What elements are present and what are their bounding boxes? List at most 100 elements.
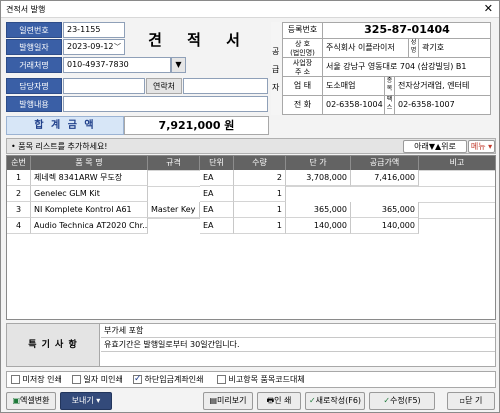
date-picker[interactable]: 2023-09-12 ﹀ xyxy=(63,39,125,55)
cell-name[interactable]: Audio Technica AT2020 Chr... xyxy=(31,218,148,234)
cell-name[interactable]: NI Komplete Kontrol A61 xyxy=(31,202,148,218)
company-value: 주식회사 이플라이저 xyxy=(323,39,409,58)
cell-unit[interactable]: EA xyxy=(200,202,234,218)
option-no-date-print[interactable]: 일자 미인쇄 xyxy=(72,374,123,386)
option-label: 비고항목 품목코드대체 xyxy=(228,375,305,384)
option-unsaved-print[interactable]: 미저장 인쇄 xyxy=(11,374,62,386)
cell-price[interactable]: 3,708,000 xyxy=(286,170,351,186)
cell-amount[interactable]: 7,416,000 xyxy=(351,170,419,186)
col-header-spec[interactable]: 규격 xyxy=(148,156,200,170)
client-field[interactable]: 010-4937-7830 xyxy=(63,57,171,73)
reorder-buttons[interactable]: 아래▼▲위로 xyxy=(403,140,467,153)
preview-button-label: 미리보기 xyxy=(217,396,247,405)
send-button[interactable]: 보내기 ▾ xyxy=(60,392,112,410)
cell-amount[interactable]: 140,000 xyxy=(351,218,419,234)
receipt-no-field[interactable]: 23-1155 xyxy=(63,22,125,38)
close-button[interactable]: ▫닫 기 xyxy=(447,392,495,410)
client-dropdown-icon[interactable]: ▼ xyxy=(171,57,186,73)
total-value: 7,921,000 원 xyxy=(124,116,269,135)
cell-amount[interactable]: 365,000 xyxy=(351,202,419,218)
excel-export-button[interactable]: ▣엑셀변환 xyxy=(6,392,56,410)
option-label: 하단입금계좌인쇄 xyxy=(144,375,204,384)
reg-no-value: 325-87-01404 xyxy=(323,22,491,39)
print-button-label: 인 쇄 xyxy=(274,396,292,405)
col-header-unit[interactable]: 단위 xyxy=(200,156,234,170)
excel-icon: ▣ xyxy=(12,396,21,405)
table-row[interactable]: 4 Audio Technica AT2020 Chr... EA 1 140,… xyxy=(7,218,495,234)
checkbox-account-print[interactable] xyxy=(133,373,142,385)
menu-button[interactable]: 메뉴 ▾ xyxy=(468,140,495,153)
title-bar: 견적서 발행 ✕ xyxy=(1,1,499,18)
chevron-down-icon[interactable]: ﹀ xyxy=(114,40,121,54)
cell-name[interactable]: Genelec GLM Kit xyxy=(31,186,148,202)
move-down-label[interactable]: 아래 xyxy=(414,142,429,151)
window-title: 견적서 발행 xyxy=(6,5,46,14)
option-note-code-replace[interactable]: 비고항목 품목코드대체 xyxy=(217,374,305,386)
remarks-box: 특 기 사 항 부가세 포함 유효기간은 발행일로부터 30일간입니다. xyxy=(6,323,496,367)
item-list-bar: • 품목 리스트를 추가하세요! 아래▼▲위로 메뉴 ▾ xyxy=(6,138,496,154)
cell-qty[interactable]: 1 xyxy=(234,186,286,202)
cell-note[interactable] xyxy=(419,186,495,187)
col-header-price[interactable]: 단 가 xyxy=(286,156,351,170)
col-header-amount[interactable]: 공급가액 xyxy=(351,156,419,170)
cell-unit[interactable]: EA xyxy=(200,170,234,186)
preview-button[interactable]: ▤미리보기 xyxy=(203,392,253,410)
move-up-label[interactable]: 위로 xyxy=(441,142,456,151)
table-row[interactable]: 1 제네렉 8341ARW 무도장 EA 2 3,708,000 7,416,0… xyxy=(7,170,495,186)
cell-no: 2 xyxy=(7,186,31,202)
send-button-label: 보내기 xyxy=(71,396,94,405)
table-row[interactable]: 2 Genelec GLM Kit EA 1 xyxy=(7,186,495,202)
contact-field[interactable] xyxy=(63,78,145,94)
phone-field[interactable] xyxy=(183,78,268,94)
col-header-no[interactable]: 순번 xyxy=(7,156,31,170)
cell-unit[interactable]: EA xyxy=(200,186,234,202)
table-row[interactable]: 3 NI Komplete Kontrol A61 Master Key EA … xyxy=(7,202,495,218)
option-account-print[interactable]: 하단입금계좌인쇄 xyxy=(133,373,204,386)
cell-name[interactable]: 제네렉 8341ARW 무도장 xyxy=(31,170,148,186)
company-label: 상 호 (법인명) xyxy=(283,39,323,58)
supplier-side-char: 급 xyxy=(272,65,280,74)
company-label-line: (법인명) xyxy=(290,49,315,57)
cell-spec[interactable] xyxy=(148,186,200,187)
cell-qty[interactable]: 1 xyxy=(234,218,286,234)
print-button[interactable]: 🖶인 쇄 xyxy=(257,392,301,410)
menu-chevron-icon: ▾ xyxy=(485,142,493,151)
cell-note[interactable] xyxy=(419,202,495,203)
cell-spec[interactable]: Master Key xyxy=(148,202,200,218)
checkbox-unsaved-print[interactable] xyxy=(11,375,20,384)
remarks-line-2[interactable]: 유효기간은 발행일로부터 30일간입니다. xyxy=(101,338,495,352)
edit-button[interactable]: ✓수정(F5) xyxy=(369,392,435,410)
new-button[interactable]: ✓새로작성(F6) xyxy=(305,392,365,410)
memo-field[interactable] xyxy=(63,96,268,112)
cell-no: 4 xyxy=(7,218,31,234)
col-header-note[interactable]: 비고 xyxy=(419,156,495,170)
cell-spec[interactable] xyxy=(148,218,200,219)
cell-spec[interactable] xyxy=(148,170,200,171)
new-button-label: 새로작성(F6) xyxy=(315,396,362,405)
list-prompt: • 품목 리스트를 추가하세요! xyxy=(11,142,108,151)
remarks-line-1[interactable]: 부가세 포함 xyxy=(101,324,495,338)
biz-item-label: 종목 xyxy=(385,77,395,96)
cell-amount[interactable] xyxy=(351,186,419,187)
cell-note[interactable] xyxy=(419,170,495,171)
col-header-qty[interactable]: 수량 xyxy=(234,156,286,170)
remarks-line-3[interactable] xyxy=(101,352,495,366)
cell-price[interactable]: 140,000 xyxy=(286,218,351,234)
biz-type-label: 업 태 xyxy=(283,77,323,96)
total-label: 합 계 금 액 xyxy=(6,116,124,135)
close-icon[interactable]: ✕ xyxy=(484,2,493,15)
biz-type-value: 도소매업 xyxy=(323,77,385,96)
cell-unit[interactable]: EA xyxy=(200,218,234,234)
cell-no: 1 xyxy=(7,170,31,186)
checkbox-no-date-print[interactable] xyxy=(72,375,81,384)
cell-price[interactable] xyxy=(286,186,351,187)
cell-qty[interactable]: 2 xyxy=(234,170,286,186)
cell-qty[interactable]: 1 xyxy=(234,202,286,218)
cell-price[interactable]: 365,000 xyxy=(286,202,351,218)
cell-note[interactable] xyxy=(419,218,495,219)
checkbox-note-code-replace[interactable] xyxy=(217,375,226,384)
phone-label: 연락처 xyxy=(146,78,182,94)
address-label: 사업장 주 소 xyxy=(283,58,323,77)
option-label: 미저장 인쇄 xyxy=(22,375,62,384)
col-header-name[interactable]: 품 목 명 xyxy=(31,156,148,170)
